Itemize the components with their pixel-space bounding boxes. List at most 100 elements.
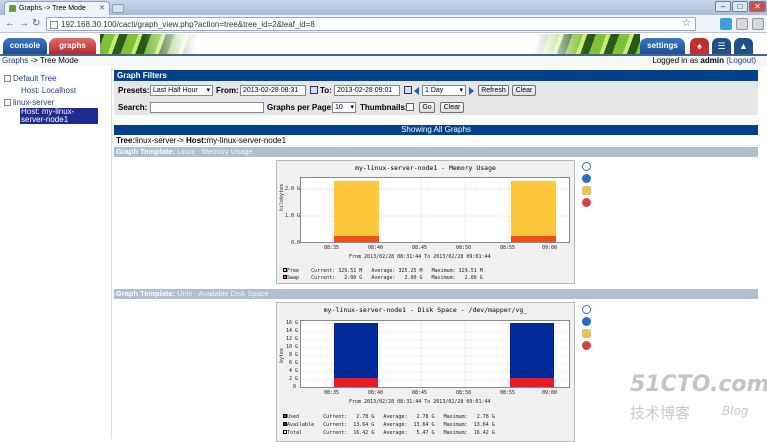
tree-item-linux-server[interactable]: linux-server xyxy=(4,98,54,107)
tree-line-label: Tree: xyxy=(116,136,136,145)
reload-icon[interactable]: ↻ xyxy=(32,18,40,29)
header-banner xyxy=(100,34,640,54)
graphs-per-page-label: Graphs per Page: xyxy=(267,103,334,112)
tree-view-icon[interactable]: ♠ xyxy=(690,38,709,54)
tree-item-host-localhost[interactable]: Host: Localhost xyxy=(14,86,76,95)
tree-folder-icon xyxy=(4,75,11,82)
forward-icon[interactable]: → xyxy=(19,18,29,29)
graph-template-label: Graph Template: xyxy=(116,289,176,298)
graph-plot-svg xyxy=(301,321,569,387)
legend-average-value: 2.78 G xyxy=(416,414,435,420)
shift-right-icon[interactable] xyxy=(469,87,474,95)
go-button[interactable]: Go xyxy=(419,102,435,113)
thumbnails-label: Thumbnails: xyxy=(360,103,408,112)
clear-search-button[interactable]: Clear xyxy=(440,102,464,113)
settings-tab[interactable]: settings xyxy=(640,38,685,54)
delete-graph-icon[interactable] xyxy=(582,198,591,207)
breadcrumb-graphs-link[interactable]: Graphs xyxy=(2,56,28,65)
presets-select[interactable]: Last Half Hour ▾ xyxy=(150,85,213,96)
clear-presets-button[interactable]: Clear xyxy=(512,85,536,96)
to-date-input[interactable]: 2013-02-28 09:01 xyxy=(334,85,400,96)
tree-line-value: linux-server xyxy=(135,136,177,145)
x-tick-label: 09:00 xyxy=(542,390,558,396)
tree-item-default-tree[interactable]: Default Tree xyxy=(4,74,57,83)
legend-current-label: Current: xyxy=(311,268,336,274)
y-tick-label: 10 G xyxy=(286,344,299,350)
x-tick-label: 08:35 xyxy=(324,245,340,251)
logout-link[interactable]: (Logout) xyxy=(726,56,756,65)
swap-area-segment xyxy=(334,236,379,242)
search-input[interactable] xyxy=(150,102,264,113)
bookmark-star-icon[interactable]: ☆ xyxy=(682,18,691,29)
graphs-tab[interactable]: graphs xyxy=(49,38,96,54)
back-icon[interactable]: ← xyxy=(5,18,15,29)
cacti-header: console graphs settings ♠ ☰ ▲ xyxy=(0,34,767,54)
legend-row-swap: Swap Current: 2.00 G Average: 2.00 G Max… xyxy=(283,275,483,281)
zoom-graph-icon[interactable] xyxy=(582,305,591,314)
shift-left-icon[interactable] xyxy=(414,87,419,95)
memory-usage-graph[interactable]: my-linux-server-node1 - Memory Usage kil… xyxy=(276,160,575,284)
delete-graph-icon[interactable] xyxy=(582,341,591,350)
graph-template-bar: Graph Template: Unix - Available Disk Sp… xyxy=(114,289,758,299)
x-tick-label: 08:55 xyxy=(500,245,516,251)
graph-info-icon[interactable] xyxy=(582,317,591,326)
legend-maximum-value: 2.78 G xyxy=(476,414,495,420)
legend-current-label: Current: xyxy=(323,414,348,420)
graph-plot-area xyxy=(300,320,570,388)
edit-graph-icon[interactable] xyxy=(582,329,591,338)
breadcrumb-separator: -> xyxy=(28,56,40,65)
graph-template-value: Linux - Memory Usage xyxy=(177,147,253,156)
close-tab-icon[interactable]: ✕ xyxy=(99,4,105,12)
chevron-down-icon: ▾ xyxy=(459,87,463,94)
legend-average-label: Average: xyxy=(371,268,396,274)
browser-tab[interactable]: Graphs -> Tree Mode ✕ xyxy=(4,1,110,15)
legend-maximum-label: Maximum: xyxy=(443,414,468,420)
page-menu-icon[interactable] xyxy=(736,18,748,30)
to-calendar-icon[interactable] xyxy=(404,86,412,94)
graph-title: my-linux-server-node1 - Memory Usage xyxy=(355,164,496,172)
timespan-select[interactable]: 1 Day ▾ xyxy=(422,85,466,96)
graph-tree: Default Tree Host: Localhost linux-serve… xyxy=(0,68,112,439)
x-tick-label: 08:40 xyxy=(368,245,384,251)
page-icon xyxy=(50,21,58,29)
tree-item-label: Default Tree xyxy=(13,74,57,83)
legend-maximum-value: 16.42 G xyxy=(473,430,495,436)
thumbnails-checkbox[interactable] xyxy=(406,103,414,111)
host-line-label: Host: xyxy=(186,136,207,145)
list-view-icon[interactable]: ☰ xyxy=(712,38,731,54)
preview-view-icon[interactable]: ▲ xyxy=(734,38,753,54)
console-tab[interactable]: console xyxy=(3,38,47,54)
maximize-window-button[interactable]: □ xyxy=(732,1,748,12)
legend-average-value: 2.00 G xyxy=(404,275,423,281)
from-calendar-icon[interactable] xyxy=(310,86,318,94)
zoom-graph-icon[interactable] xyxy=(582,162,591,171)
chevron-down-icon: ▾ xyxy=(350,104,354,111)
available-area-segment xyxy=(510,323,554,378)
graphs-per-page-select[interactable]: 10 ▾ xyxy=(332,102,356,113)
minimize-window-button[interactable]: – xyxy=(715,1,731,12)
tree-folder-icon xyxy=(4,99,11,106)
address-bar[interactable]: 192.168.30.100/cacti/graph_view.php?acti… xyxy=(46,17,696,31)
disk-space-graph[interactable]: my-linux-server-node1 - Disk Space - /de… xyxy=(276,302,575,442)
tree-item-host-my-linux-server-node1[interactable]: Host: my-linux-server-node1 xyxy=(20,108,98,124)
close-window-button[interactable]: ✕ xyxy=(749,1,766,12)
graph-info-icon[interactable] xyxy=(582,174,591,183)
edit-graph-icon[interactable] xyxy=(582,186,591,195)
from-date-input[interactable]: 2013-02-28 08:31 xyxy=(240,85,306,96)
new-tab-button[interactable] xyxy=(112,4,124,13)
legend-average-value: 13.64 G xyxy=(413,422,435,428)
used-area-segment xyxy=(510,378,554,387)
breadcrumb-current: Tree Mode xyxy=(39,56,79,65)
wrench-menu-icon[interactable] xyxy=(752,18,764,30)
legend-maximum-label: Maximum: xyxy=(443,422,468,428)
refresh-button[interactable]: Refresh xyxy=(478,85,509,96)
extension-icon[interactable] xyxy=(720,18,732,30)
watermark-blog: Blog xyxy=(722,404,749,418)
free-area-segment xyxy=(334,181,379,236)
from-date-value: 2013-02-28 08:31 xyxy=(243,87,299,94)
graph-filters-panel: Presets: Last Half Hour ▾ From: 2013-02-2… xyxy=(114,81,758,115)
legend-name: Available xyxy=(287,422,315,428)
legend-current-value: 13.64 G xyxy=(353,422,375,428)
y-tick-label: 16 G xyxy=(286,320,299,326)
watermark-subtitle: 技术博客 xyxy=(630,404,691,422)
